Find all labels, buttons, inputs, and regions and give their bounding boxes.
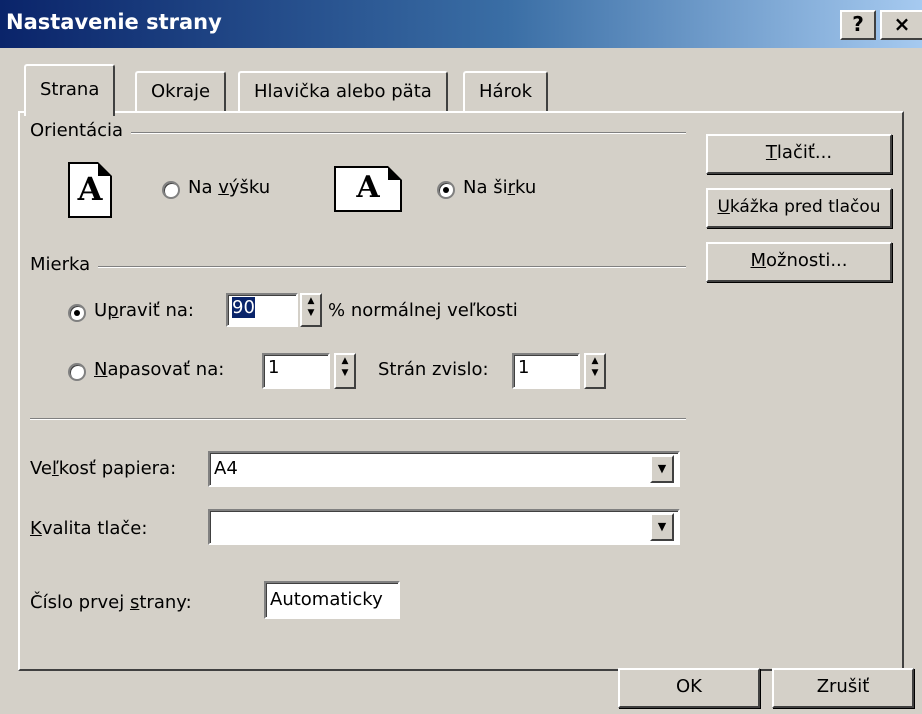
scale-group-label: Mierka	[30, 254, 99, 275]
adjust-spinner[interactable]: ▲ ▼	[300, 293, 322, 327]
spin-up-icon[interactable]: ▲	[586, 355, 604, 367]
tab-hlavicka-alebo-pata[interactable]: Hlavička alebo päta	[238, 71, 448, 113]
first-page-number-label: Číslo prvej strany:	[30, 592, 192, 613]
dropdown-arrow-icon[interactable]: ▼	[650, 513, 674, 541]
section-separator	[30, 418, 686, 420]
orientation-group-label: Orientácia	[30, 120, 132, 141]
adjust-radio[interactable]	[68, 304, 86, 322]
radio-selected-dot	[74, 310, 80, 316]
fit-tall-spinner[interactable]: ▲ ▼	[584, 353, 606, 389]
spin-up-icon[interactable]: ▲	[336, 355, 354, 367]
landscape-icon-letter: A	[356, 170, 380, 205]
print-button[interactable]: Tlačiť...	[706, 134, 892, 174]
options-button[interactable]: Možnosti...	[706, 242, 892, 282]
close-button[interactable]: ×	[880, 10, 922, 40]
cancel-button[interactable]: Zrušiť	[772, 668, 914, 708]
print-preview-button[interactable]: Ukážka pred tlačou	[706, 188, 892, 228]
fit-wide-spinner[interactable]: ▲ ▼	[334, 353, 356, 389]
tab-harok[interactable]: Hárok	[463, 71, 549, 113]
print-quality-select[interactable]	[208, 509, 680, 545]
adjust-percent-input[interactable]: 90	[226, 293, 298, 327]
fit-label[interactable]: Napasovať na:	[94, 359, 224, 380]
pages-tall-label: Strán zvislo:	[378, 359, 489, 380]
paper-size-label: Veľkosť papiera:	[30, 458, 177, 479]
tab-label: Strana	[40, 79, 100, 100]
portrait-orientation-icon: A	[68, 162, 112, 218]
close-icon: ×	[893, 12, 911, 36]
scale-divider	[30, 266, 686, 268]
fit-wide-input[interactable]: 1	[262, 353, 330, 389]
paper-size-select[interactable]: A4	[208, 451, 680, 487]
landscape-orientation-icon: A	[334, 166, 402, 212]
window-title: Nastavenie strany	[6, 10, 222, 34]
spin-up-icon[interactable]: ▲	[302, 295, 320, 307]
fit-radio[interactable]	[68, 363, 86, 381]
tab-label: Hlavička alebo päta	[254, 81, 432, 102]
portrait-label[interactable]: Na výšku	[188, 177, 270, 198]
print-quality-label: Kvalita tlače:	[30, 518, 148, 539]
landscape-radio[interactable]	[437, 181, 455, 199]
tab-label: Okraje	[151, 81, 211, 102]
first-page-number-input[interactable]: Automaticky	[264, 581, 400, 619]
tab-label: Hárok	[479, 81, 533, 102]
landscape-label[interactable]: Na širku	[463, 177, 536, 198]
tab-strana[interactable]: Strana	[24, 64, 116, 116]
help-icon: ?	[852, 12, 864, 36]
portrait-radio[interactable]	[162, 181, 180, 199]
help-button[interactable]: ?	[840, 10, 876, 40]
adjust-suffix: % normálnej veľkosti	[328, 300, 518, 321]
spin-down-icon[interactable]: ▼	[336, 367, 354, 379]
adjust-label[interactable]: Upraviť na:	[94, 300, 194, 321]
spin-down-icon[interactable]: ▼	[586, 367, 604, 379]
title-bar: Nastavenie strany ? ×	[0, 0, 922, 48]
spin-down-icon[interactable]: ▼	[302, 307, 320, 319]
dropdown-arrow-icon[interactable]: ▼	[650, 455, 674, 483]
fit-tall-input[interactable]: 1	[512, 353, 580, 389]
radio-selected-dot	[443, 187, 449, 193]
tab-okraje[interactable]: Okraje	[135, 71, 227, 113]
ok-button[interactable]: OK	[618, 668, 760, 708]
